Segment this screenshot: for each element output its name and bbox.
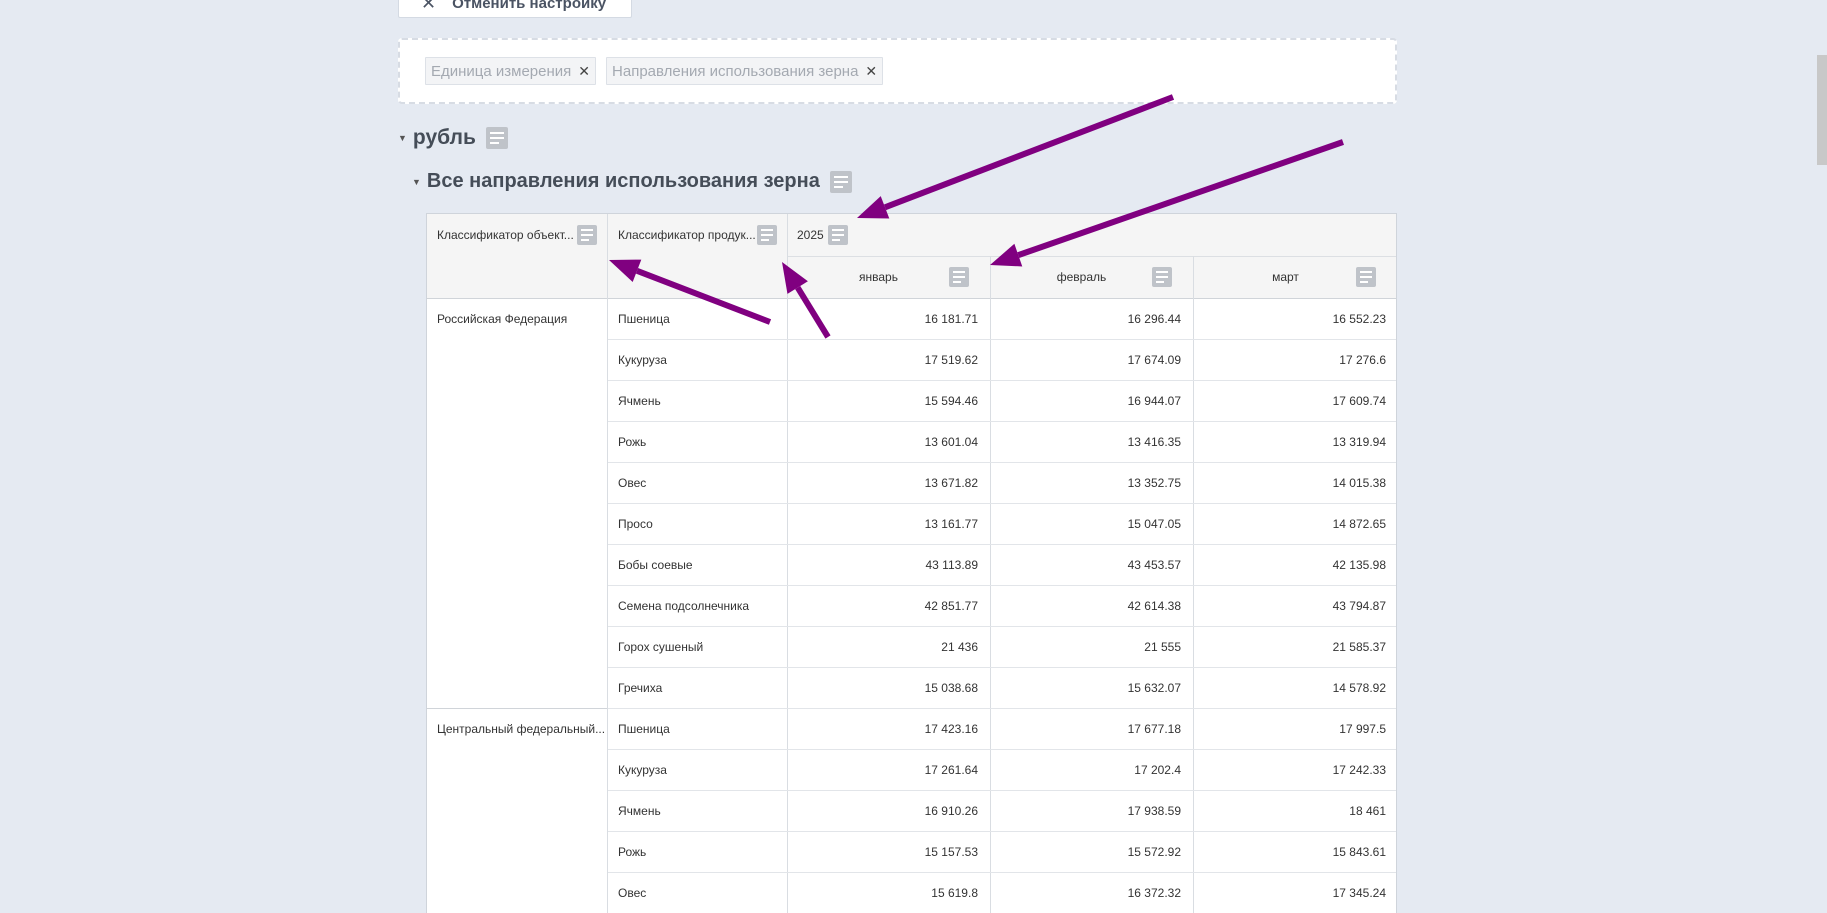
value-cell: 21 585.37	[1332, 639, 1386, 654]
list-icon[interactable]	[829, 170, 852, 193]
pivot-table: Классификатор объект... Классификатор пр…	[426, 213, 1397, 913]
remove-filter-icon[interactable]: ✕	[578, 63, 590, 80]
product-cell: Овес	[618, 475, 647, 490]
list-icon[interactable]	[485, 127, 508, 149]
column-header-object[interactable]: Классификатор объект...	[437, 214, 574, 256]
value-cell: 17 674.09	[1127, 352, 1181, 367]
value-cell: 16 181.71	[924, 311, 978, 326]
column-header-product[interactable]: Классификатор продук...	[618, 214, 756, 256]
product-cell: Пшеница	[618, 721, 670, 736]
value-cell: 43 113.89	[925, 557, 979, 572]
value-cell: 17 242.33	[1332, 762, 1386, 777]
filter-drop-zone[interactable]: Единица измерения ✕ Направления использо…	[398, 38, 1397, 104]
value-cell: 17 997.5	[1339, 721, 1386, 736]
value-cell: 17 677.18	[1127, 721, 1181, 736]
filter-chip-label: Единица измерения	[431, 62, 572, 80]
value-cell: 15 843.61	[1332, 844, 1386, 859]
month-label: март	[1272, 270, 1299, 284]
group-direction-title: Все направления использования зерна	[426, 170, 820, 192]
column-header-label: Классификатор продук...	[618, 228, 756, 242]
value-cell: 17 276.6	[1339, 352, 1386, 367]
filter-chip-label: Направления использования зерна	[612, 62, 859, 80]
value-cell: 13 161.77	[924, 516, 978, 531]
product-cell: Рожь	[618, 434, 647, 449]
close-icon: ✕	[421, 0, 437, 13]
month-label: февраль	[1056, 270, 1107, 284]
value-cell: 42 135.98	[1332, 557, 1386, 572]
column-header-label: Классификатор объект...	[437, 228, 574, 242]
value-cell: 17 519.62	[924, 352, 978, 367]
group-unit-header[interactable]: ▼ рубль	[398, 126, 508, 150]
product-cell: Семена подсолнечника	[618, 598, 750, 613]
value-cell: 17 938.59	[1127, 803, 1181, 818]
filter-chip-direction[interactable]: Направления использования зерна ✕	[606, 57, 884, 85]
list-icon[interactable]	[1152, 267, 1172, 287]
product-cell: Просо	[618, 516, 653, 531]
product-cell: Горох сушеный	[618, 639, 704, 654]
value-cell: 13 416.35	[1127, 434, 1181, 449]
year-label: 2025	[797, 228, 824, 242]
value-cell: 15 632.07	[1127, 680, 1181, 695]
product-cell: Ячмень	[618, 803, 661, 818]
value-cell: 18 461	[1349, 803, 1386, 818]
value-cell: 14 872.65	[1332, 516, 1386, 531]
product-cell: Гречиха	[618, 680, 663, 695]
value-cell: 13 352.75	[1127, 475, 1181, 490]
value-cell: 15 619.8	[931, 885, 978, 900]
value-cell: 15 594.46	[924, 393, 978, 408]
group-unit-title: рубль	[412, 126, 476, 149]
product-cell: Овес	[618, 885, 647, 900]
value-cell: 17 202.4	[1134, 762, 1181, 777]
region-cell: Российская Федерация	[437, 312, 568, 326]
value-cell: 42 851.77	[924, 598, 978, 613]
list-icon[interactable]	[949, 267, 969, 287]
product-cell: Бобы соевые	[618, 557, 693, 572]
value-cell: 16 910.26	[924, 803, 978, 818]
value-cell: 15 047.05	[1127, 516, 1181, 531]
product-cell: Кукуруза	[618, 762, 667, 777]
caret-down-icon[interactable]: ▼	[412, 177, 421, 187]
value-cell: 21 436	[941, 639, 978, 654]
value-cell: 17 261.64	[924, 762, 978, 777]
value-cell: 21 555	[1144, 639, 1181, 654]
value-cell: 13 601.04	[924, 434, 978, 449]
cancel-settings-button[interactable]: ✕ Отменить настройку	[398, 0, 632, 18]
list-icon[interactable]	[577, 225, 597, 245]
remove-filter-icon[interactable]: ✕	[865, 63, 877, 80]
value-cell: 17 345.24	[1332, 885, 1386, 900]
value-cell: 14 578.92	[1332, 680, 1386, 695]
product-cell: Ячмень	[618, 393, 661, 408]
product-cell: Кукуруза	[618, 352, 667, 367]
region-cell: Центральный федеральный...	[437, 722, 606, 736]
value-cell: 15 038.68	[924, 680, 978, 695]
column-header-year[interactable]: 2025	[797, 214, 824, 256]
month-label: январь	[859, 270, 898, 284]
list-icon[interactable]	[828, 225, 848, 245]
value-cell: 42 614.38	[1127, 598, 1181, 613]
product-cell: Пшеница	[618, 311, 670, 326]
value-cell: 13 671.82	[924, 475, 978, 490]
list-icon[interactable]	[1356, 267, 1376, 287]
value-cell: 16 296.44	[1127, 311, 1181, 326]
value-cell: 16 372.32	[1127, 885, 1181, 900]
value-cell: 16 552.23	[1332, 311, 1386, 326]
value-cell: 43 794.87	[1332, 598, 1386, 613]
value-cell: 16 944.07	[1127, 393, 1181, 408]
product-cell: Рожь	[618, 844, 647, 859]
value-cell: 17 609.74	[1332, 393, 1386, 408]
group-direction-header[interactable]: ▼ Все направления использования зерна	[412, 170, 852, 193]
value-cell: 13 319.94	[1332, 434, 1386, 449]
filter-chip-unit[interactable]: Единица измерения ✕	[425, 57, 597, 85]
value-cell: 17 423.16	[924, 721, 978, 736]
value-cell: 15 572.92	[1127, 844, 1181, 859]
annotation-arrow-shaft	[883, 94, 1175, 211]
list-icon[interactable]	[757, 225, 777, 245]
scrollbar-thumb[interactable]	[1817, 55, 1827, 165]
caret-down-icon[interactable]: ▼	[398, 133, 407, 143]
value-cell: 15 157.53	[924, 844, 978, 859]
value-cell: 43 453.57	[1127, 557, 1181, 572]
cancel-settings-label: Отменить настройку	[452, 0, 607, 12]
value-cell: 14 015.38	[1332, 475, 1386, 490]
